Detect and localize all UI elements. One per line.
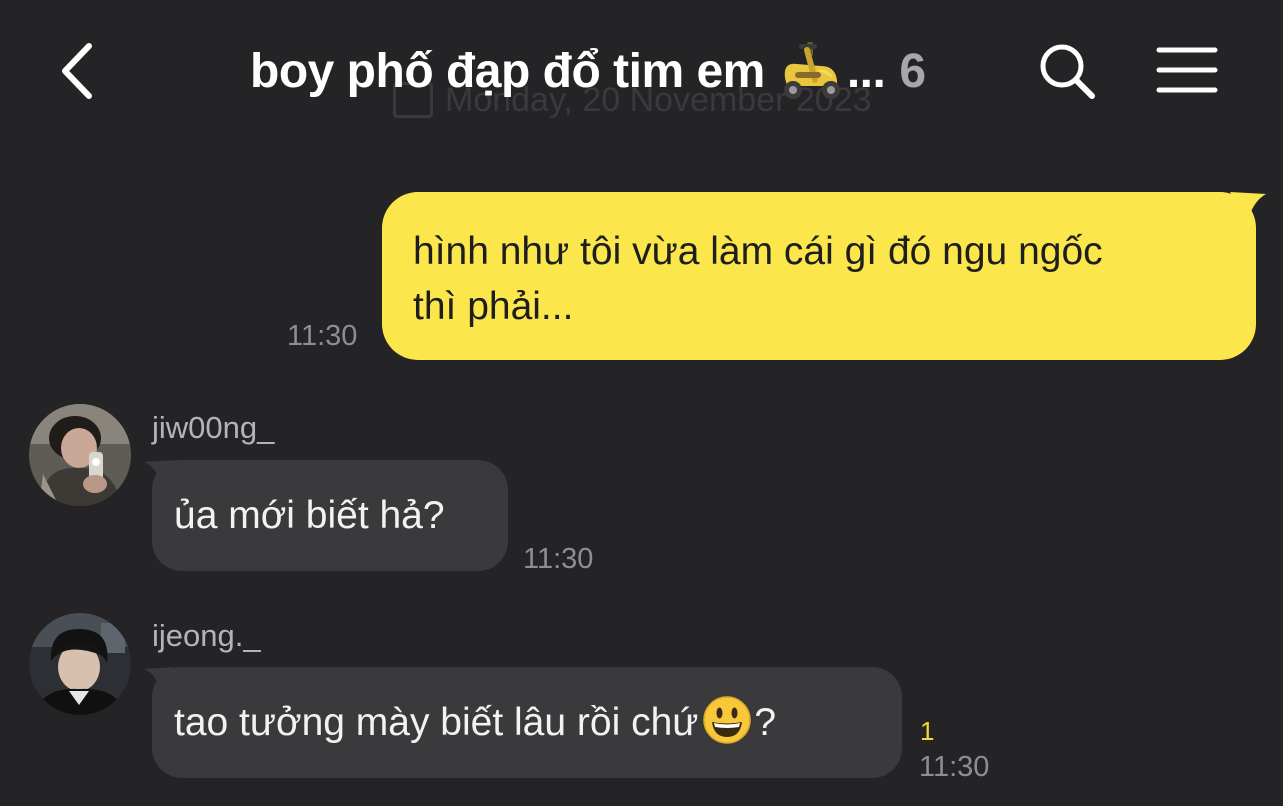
hamburger-menu-icon — [1156, 47, 1218, 93]
message-text-line: thì phải... — [413, 285, 574, 328]
avatar[interactable] — [29, 404, 131, 506]
search-icon — [1040, 44, 1095, 99]
message-time: 11:30 — [919, 751, 990, 783]
bubble-tail — [144, 667, 174, 693]
chat-title-text: boy phố đạp đổ tim em — [250, 44, 765, 98]
member-count: 6 — [899, 44, 926, 98]
title-ellipsis: ... — [846, 44, 886, 98]
message-time: 11:30 — [523, 543, 594, 575]
chat-header: Monday, 20 November 2023 boy phố đạp đổ … — [0, 0, 1283, 140]
bubble-tail — [1230, 192, 1266, 222]
outgoing-message-bubble[interactable]: hình như tôi vừa làm cái gì đó ngu ngốc … — [382, 192, 1266, 360]
avatar-photo — [29, 404, 131, 506]
back-button[interactable] — [55, 40, 105, 102]
avatar-photo — [29, 613, 131, 715]
sender-name: ijeong._ — [152, 618, 261, 653]
unread-count: 1 — [920, 716, 935, 746]
message-text: ủa mới biết hả? — [174, 493, 445, 537]
incoming-message-bubble[interactable]: ủa mới biết hả? — [144, 460, 508, 571]
scooter-emoji — [783, 42, 840, 99]
incoming-message-bubble[interactable]: tao tưởng mày biết lâu rồi chứ ? — [144, 667, 902, 778]
search-button[interactable] — [1038, 42, 1096, 100]
message-time: 11:30 — [287, 320, 358, 352]
sender-name: jiw00ng_ — [152, 410, 275, 445]
bubble-tail — [144, 460, 174, 486]
smiley-emoji — [703, 695, 752, 744]
chat-title[interactable]: boy phố đạp đổ tim em ... 6 — [250, 38, 926, 104]
message-text-line: hình như tôi vừa làm cái gì đó ngu ngốc — [413, 230, 1103, 273]
message-text: tao tưởng mày biết lâu rồi chứ — [174, 700, 699, 744]
avatar[interactable] — [29, 613, 131, 715]
message-text-suffix: ? — [754, 700, 777, 744]
chevron-left-icon — [62, 43, 92, 99]
menu-button[interactable] — [1156, 46, 1218, 94]
